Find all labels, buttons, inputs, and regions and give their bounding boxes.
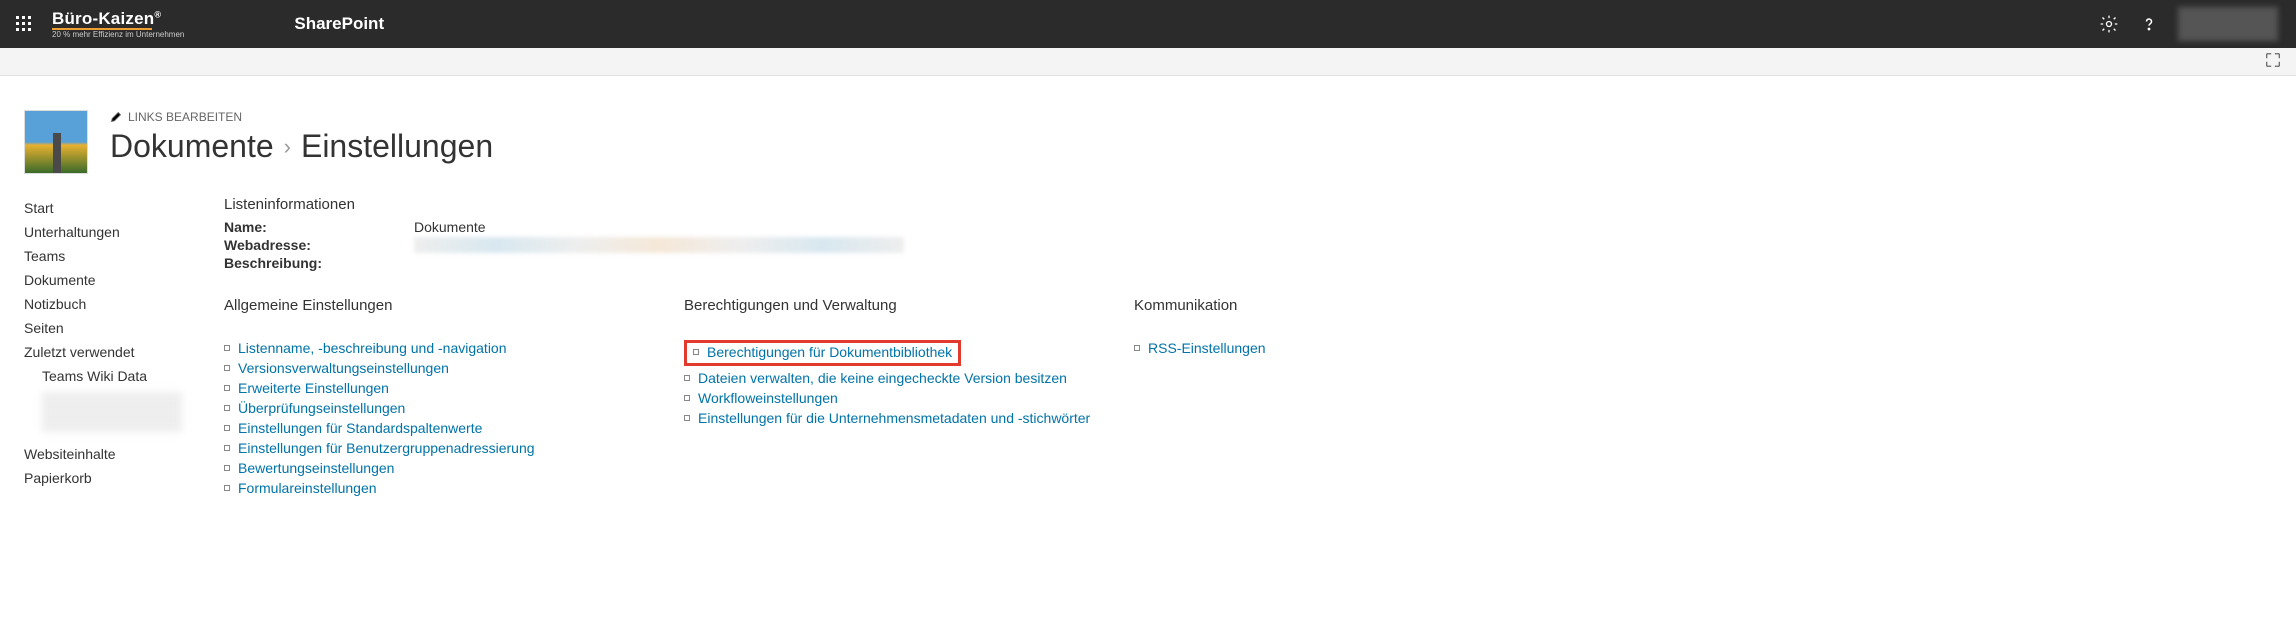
settings-link-row: Bewertungseinstellungen (224, 458, 674, 478)
comm-heading: Kommunikation (1134, 297, 1434, 314)
brand-name: Büro-Kaizen® (52, 10, 184, 27)
bullet-icon (224, 405, 230, 411)
nav-item[interactable]: Zuletzt verwendet (24, 340, 224, 364)
suite-right (2098, 7, 2288, 41)
nav-item[interactable]: Websiteinhalte (24, 442, 224, 466)
desc-label: Beschreibung: (224, 255, 414, 271)
edit-links-link[interactable]: LINKS BEARBEITEN (110, 110, 493, 124)
brand-tagline: 20 % mehr Effizienz im Unternehmen (52, 31, 184, 39)
focus-content-icon[interactable] (2264, 51, 2282, 72)
settings-link-row-highlighted: Berechtigungen für Dokumentbibliothek (684, 338, 1124, 368)
settings-link-row: Formulareinstellungen (224, 478, 674, 498)
settings-link-row: Überprüfungseinstellungen (224, 398, 674, 418)
listinfo-heading: Listeninformationen (224, 196, 2296, 213)
settings-link-row: Einstellungen für Benutzergruppenadressi… (224, 438, 674, 458)
settings-link-row: Workfloweinstellungen (684, 388, 1124, 408)
bullet-icon (224, 385, 230, 391)
nav-item[interactable]: Seiten (24, 316, 224, 340)
settings-link-row: Dateien verwalten, die keine eingecheckt… (684, 368, 1124, 388)
bullet-icon (224, 345, 230, 351)
nav-sub-item[interactable]: Teams Wiki Data (24, 364, 224, 388)
bullet-icon (224, 425, 230, 431)
nav-item[interactable]: Papierkorb (24, 466, 224, 490)
left-nav: StartUnterhaltungenTeamsDokumenteNotizbu… (24, 196, 224, 498)
settings-link[interactable]: Einstellungen für Standardspaltenwerte (238, 420, 482, 436)
settings-link-row: RSS-Einstellungen (1134, 338, 1434, 358)
content-columns: StartUnterhaltungenTeamsDokumenteNotizbu… (24, 196, 2296, 498)
url-redacted (414, 237, 904, 253)
pencil-icon (110, 111, 122, 123)
help-icon[interactable] (2138, 13, 2160, 35)
name-value: Dokumente (414, 219, 486, 235)
bullet-icon (684, 395, 690, 401)
settings-link-row: Einstellungen für die Unternehmensmetada… (684, 408, 1124, 428)
ribbon-bar (0, 48, 2296, 76)
settings-link[interactable]: Formulareinstellungen (238, 480, 377, 496)
page-header: LINKS BEARBEITEN Dokumente › Einstellung… (24, 110, 2296, 174)
app-launcher-icon[interactable] (8, 8, 40, 40)
column-permissions: Berechtigungen und Verwaltung Berechtigu… (684, 297, 1124, 498)
name-label: Name: (224, 219, 414, 235)
nav-item[interactable]: Dokumente (24, 268, 224, 292)
settings-link-row: Erweiterte Einstellungen (224, 378, 674, 398)
general-heading: Allgemeine Einstellungen (224, 297, 674, 314)
user-avatar[interactable] (2178, 7, 2278, 41)
perms-heading: Berechtigungen und Verwaltung (684, 297, 1124, 314)
bullet-icon (1134, 345, 1140, 351)
settings-link[interactable]: Berechtigungen für Dokumentbibliothek (707, 344, 952, 360)
settings-link[interactable]: RSS-Einstellungen (1148, 340, 1266, 356)
breadcrumb: Dokumente › Einstellungen (110, 128, 493, 165)
breadcrumb-parent[interactable]: Dokumente (110, 128, 274, 165)
settings-link[interactable]: Einstellungen für Benutzergruppenadressi… (238, 440, 535, 456)
settings-link-row: Listenname, -beschreibung und -navigatio… (224, 338, 674, 358)
bullet-icon (224, 485, 230, 491)
url-label: Webadresse: (224, 237, 414, 253)
settings-link[interactable]: Listenname, -beschreibung und -navigatio… (238, 340, 507, 356)
settings-link-row: Einstellungen für Standardspaltenwerte (224, 418, 674, 438)
settings-link[interactable]: Workfloweinstellungen (698, 390, 838, 406)
bullet-icon (684, 375, 690, 381)
settings-link[interactable]: Dateien verwalten, die keine eingecheckt… (698, 370, 1067, 386)
chevron-right-icon: › (284, 134, 291, 160)
nav-item[interactable]: Notizbuch (24, 292, 224, 316)
suite-app-title[interactable]: SharePoint (294, 14, 384, 34)
settings-link-row: Versionsverwaltungseinstellungen (224, 358, 674, 378)
bullet-icon (224, 365, 230, 371)
breadcrumb-current: Einstellungen (301, 128, 493, 165)
nav-item[interactable]: Teams (24, 244, 224, 268)
brand-logo[interactable]: Büro-Kaizen® 20 % mehr Effizienz im Unte… (52, 10, 184, 39)
nav-item[interactable]: Start (24, 196, 224, 220)
gear-icon[interactable] (2098, 13, 2120, 35)
bullet-icon (684, 415, 690, 421)
settings-link[interactable]: Versionsverwaltungseinstellungen (238, 360, 449, 376)
edit-links-label: LINKS BEARBEITEN (128, 110, 242, 124)
site-logo[interactable] (24, 110, 88, 174)
settings-link[interactable]: Bewertungseinstellungen (238, 460, 394, 476)
column-communication: Kommunikation RSS-Einstellungen (1134, 297, 1434, 498)
suite-bar: Büro-Kaizen® 20 % mehr Effizienz im Unte… (0, 0, 2296, 48)
bullet-icon (693, 349, 699, 355)
highlight-box: Berechtigungen für Dokumentbibliothek (684, 340, 961, 366)
nav-redacted (42, 392, 182, 432)
bullet-icon (224, 445, 230, 451)
bullet-icon (224, 465, 230, 471)
nav-item[interactable]: Unterhaltungen (24, 220, 224, 244)
settings-link[interactable]: Überprüfungseinstellungen (238, 400, 405, 416)
settings-link[interactable]: Erweiterte Einstellungen (238, 380, 389, 396)
settings-link[interactable]: Einstellungen für die Unternehmensmetada… (698, 410, 1090, 426)
main-content: Listeninformationen Name: Dokumente Weba… (224, 196, 2296, 498)
column-general: Allgemeine Einstellungen Listenname, -be… (224, 297, 674, 498)
